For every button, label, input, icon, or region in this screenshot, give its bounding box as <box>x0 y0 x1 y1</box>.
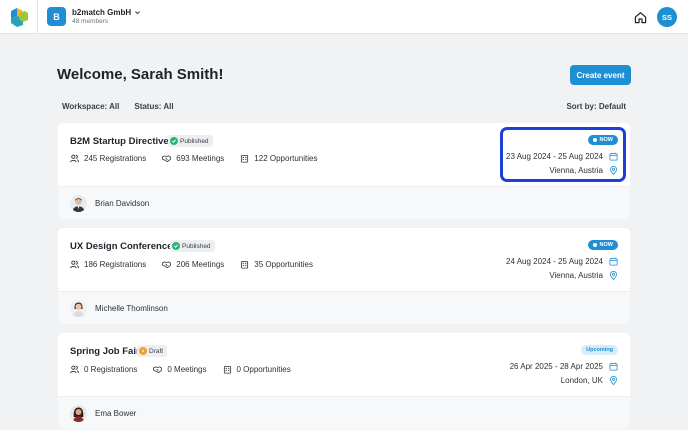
users-icon <box>70 260 79 269</box>
status-badge: Published <box>170 240 215 252</box>
user-avatar[interactable]: SS <box>657 7 677 27</box>
org-members: 48 members <box>72 18 109 25</box>
registrations-count: 186 Registrations <box>84 260 147 269</box>
contact-name: Michelle Thomlinson <box>95 304 168 313</box>
meetings-count: 206 Meetings <box>176 260 225 269</box>
handshake-icon <box>153 366 163 374</box>
status-filter[interactable]: Status: All <box>134 102 173 111</box>
org-avatar[interactable]: B <box>47 7 66 26</box>
sort-dropdown[interactable]: Sort by: Default <box>566 102 626 111</box>
avatar <box>70 195 87 212</box>
calendar-icon <box>609 362 618 371</box>
event-location: London, UK <box>561 376 618 385</box>
status-badge-label: Published <box>180 137 209 145</box>
date-range: 24 Aug 2024 - 25 Aug 2024 <box>506 257 603 266</box>
status-badge: Published <box>168 135 213 147</box>
contact-person[interactable]: Brian Davidson <box>70 195 149 212</box>
check-circle-icon <box>172 242 180 250</box>
upcoming-badge-label: Upcoming <box>586 347 613 353</box>
registrations-count: 245 Registrations <box>84 154 147 163</box>
event-title[interactable]: Spring Job Fair <box>70 346 140 357</box>
event-card[interactable]: Spring Job Fair Draft 0 Registrations 0 … <box>58 333 630 429</box>
user-initials: SS <box>661 12 672 22</box>
event-dates: 26 Apr 2025 - 28 Apr 2025 <box>510 362 618 371</box>
building-icon <box>223 365 231 374</box>
users-icon <box>70 365 79 374</box>
b2match-logo-icon[interactable] <box>9 6 29 27</box>
now-badge-label: NOW <box>599 242 613 248</box>
handshake-icon <box>162 155 172 163</box>
date-range: 26 Apr 2025 - 28 Apr 2025 <box>509 362 603 371</box>
opportunities-count: 35 Opportunities <box>254 260 313 269</box>
opportunities-count: 122 Opportunities <box>254 154 318 163</box>
location-text: Vienna, Austria <box>549 271 603 280</box>
status-badge: Draft <box>137 345 168 357</box>
workspace-filter[interactable]: Workspace: All <box>62 102 119 111</box>
status-badge-label: Published <box>182 242 211 250</box>
event-title[interactable]: B2M Startup Directive <box>70 136 169 147</box>
opportunities-count: 0 Opportunities <box>236 365 291 374</box>
contact-person[interactable]: Michelle Thomlinson <box>70 300 168 317</box>
live-dot-icon <box>592 243 597 247</box>
org-name: b2match GmbH <box>72 8 132 17</box>
home-icon[interactable] <box>634 11 647 24</box>
contact-person[interactable]: Ema Bower <box>70 405 136 422</box>
event-stats: 0 Registrations 0 Meetings 0 Opportuniti… <box>70 365 307 374</box>
org-initial: B <box>53 11 60 22</box>
create-event-button[interactable]: Create event <box>570 65 631 85</box>
focus-highlight <box>500 127 626 182</box>
contact-name: Brian Davidson <box>95 199 150 208</box>
event-card[interactable]: UX Design Conference Published 186 Regis… <box>58 228 630 324</box>
location-text: London, UK <box>560 376 603 385</box>
calendar-icon <box>609 257 618 266</box>
divider <box>37 0 38 34</box>
users-icon <box>70 154 79 163</box>
avatar <box>70 405 87 422</box>
contact-name: Ema Bower <box>95 409 137 418</box>
location-pin-icon <box>610 376 617 385</box>
clock-icon <box>139 347 147 355</box>
event-stats: 186 Registrations 206 Meetings 35 Opport… <box>70 260 329 269</box>
status-badge-label: Draft <box>149 347 164 355</box>
event-location: Vienna, Austria <box>549 271 618 280</box>
building-icon <box>241 154 249 163</box>
event-dates: 24 Aug 2024 - 25 Aug 2024 <box>506 257 618 266</box>
top-bar: B b2match GmbH 48 members SS <box>0 0 688 34</box>
filter-bar: Workspace: All Status: All <box>62 102 174 111</box>
upcoming-badge: Upcoming <box>581 345 618 355</box>
registrations-count: 0 Registrations <box>84 365 138 374</box>
check-circle-icon <box>170 137 178 145</box>
org-switcher[interactable]: b2match GmbH <box>72 8 141 17</box>
avatar <box>70 300 87 317</box>
chevron-down-icon <box>135 11 141 15</box>
meetings-count: 0 Meetings <box>167 365 207 374</box>
event-title[interactable]: UX Design Conference <box>70 241 172 252</box>
handshake-icon <box>162 261 172 269</box>
location-pin-icon <box>610 271 617 280</box>
now-badge: NOW <box>587 240 618 250</box>
meetings-count: 693 Meetings <box>176 154 225 163</box>
building-icon <box>241 260 249 269</box>
page-title: Welcome, Sarah Smith! <box>57 66 224 83</box>
event-stats: 245 Registrations 693 Meetings 122 Oppor… <box>70 154 333 163</box>
